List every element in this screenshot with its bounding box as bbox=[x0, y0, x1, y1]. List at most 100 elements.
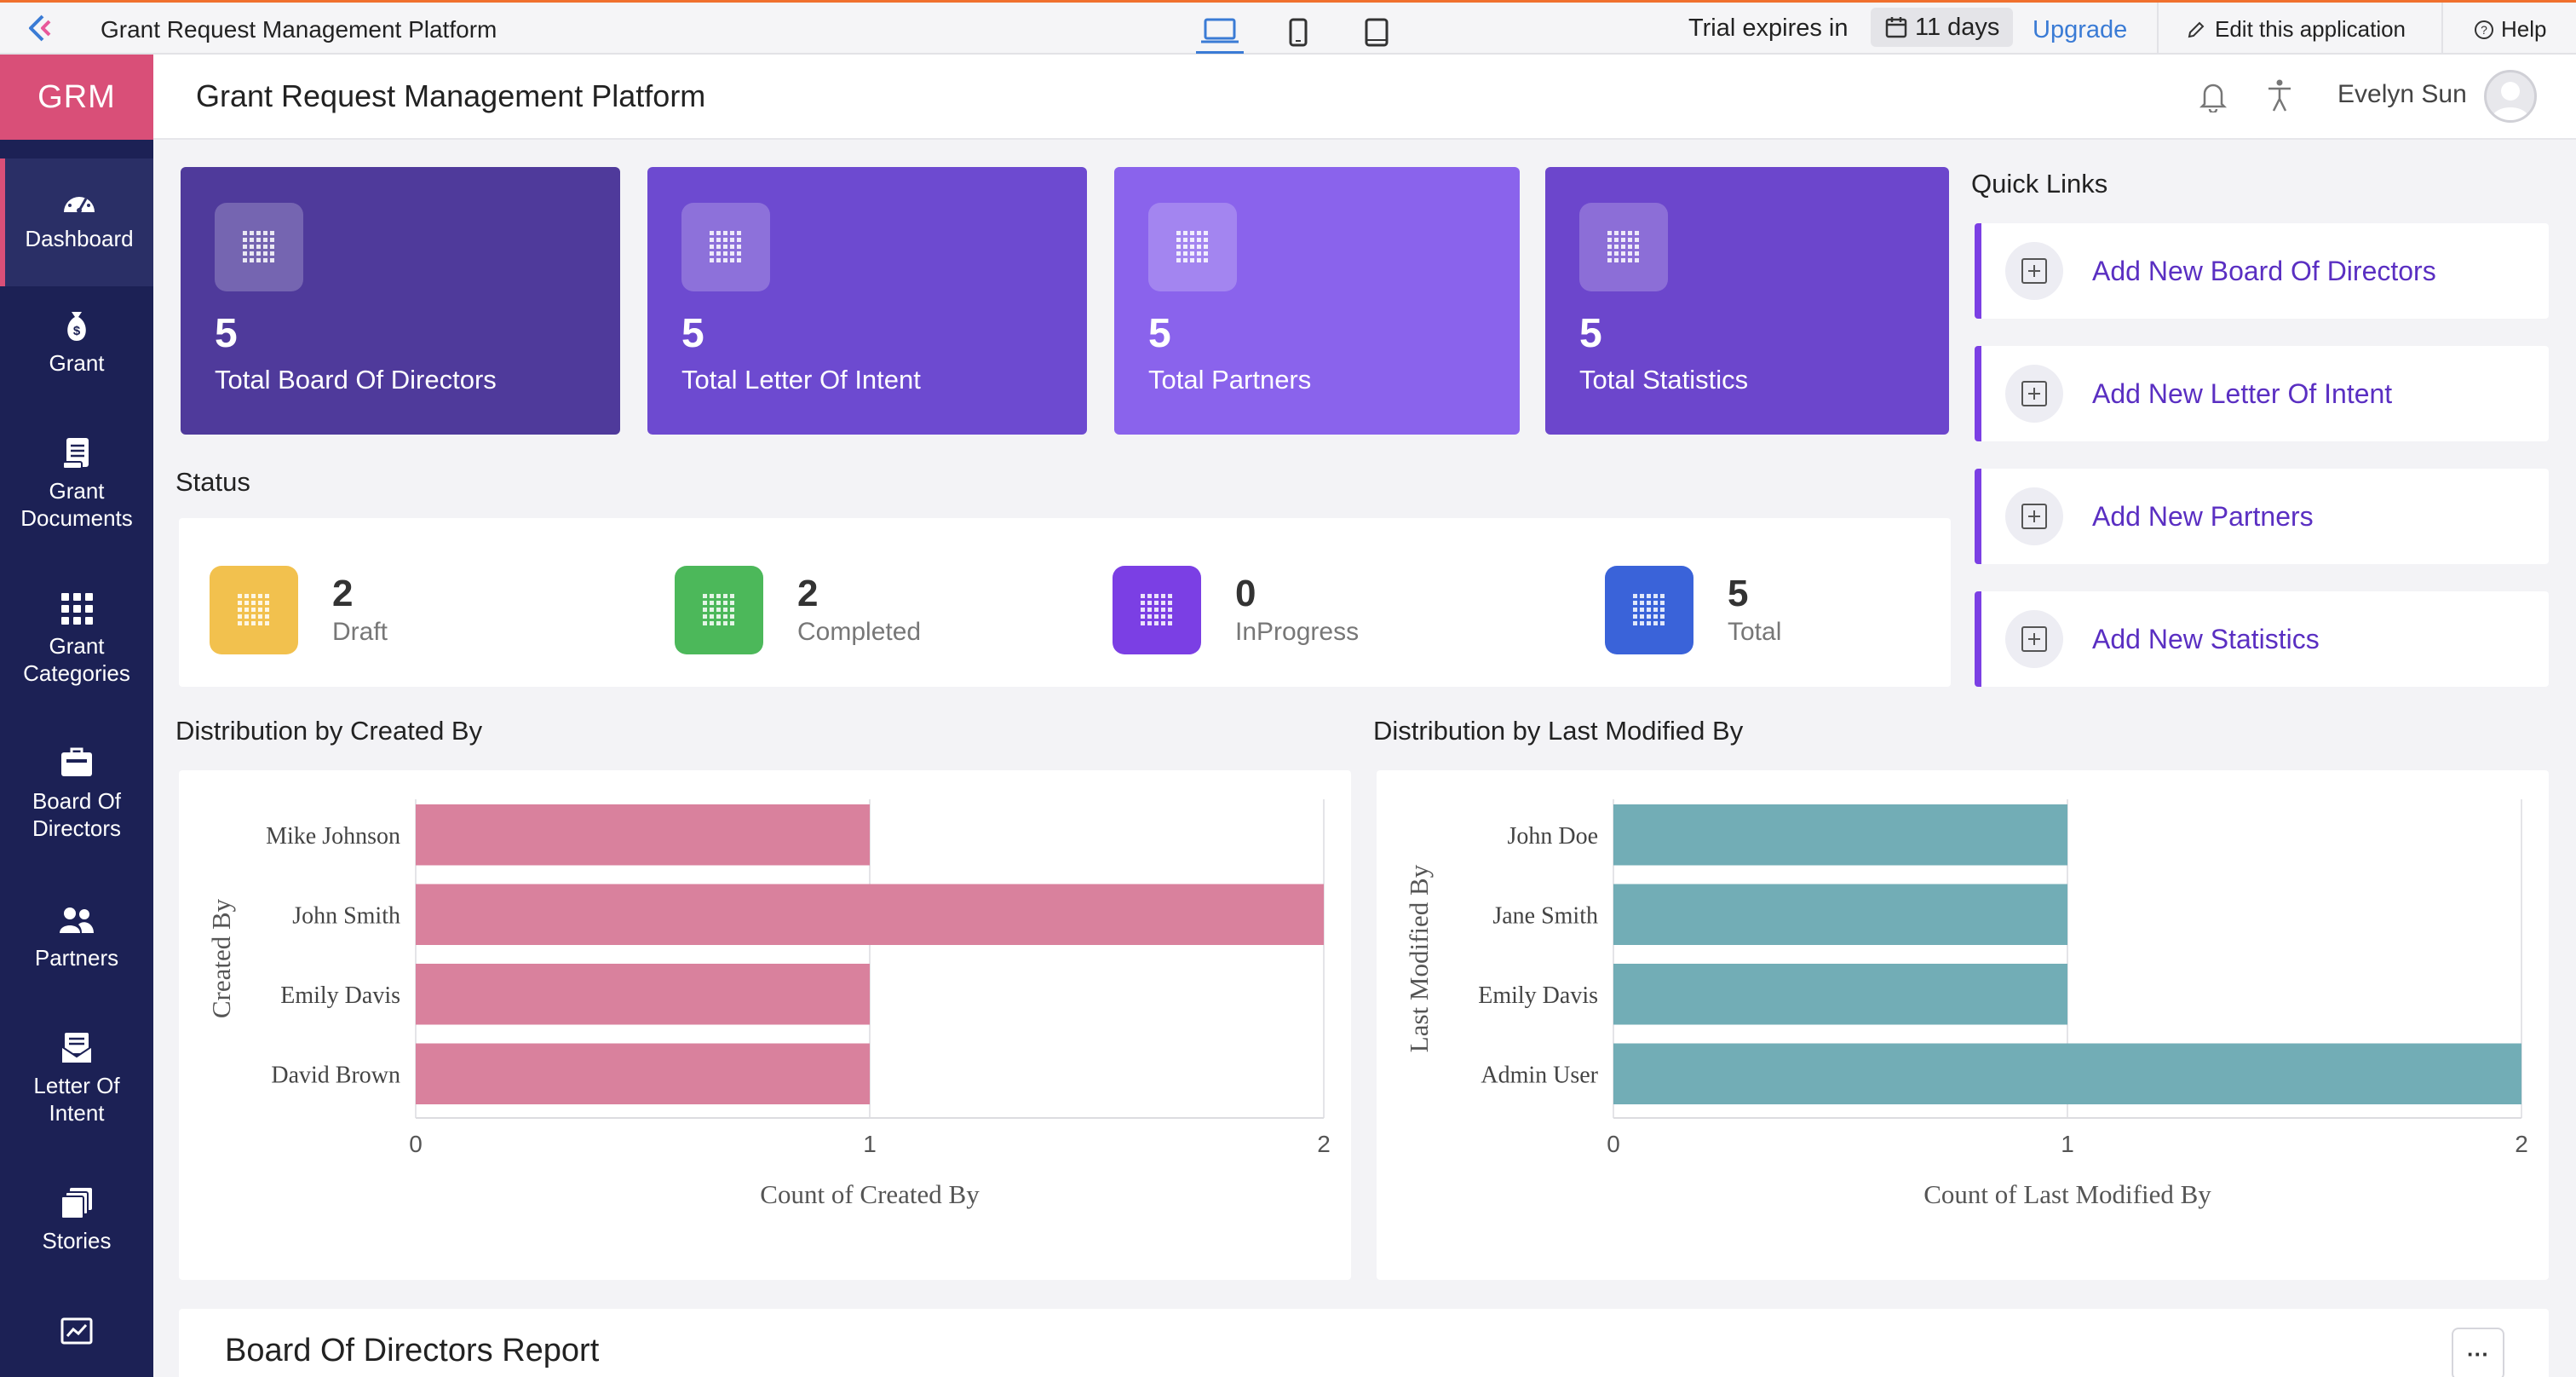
stat-card-partners[interactable]: 5 Total Partners bbox=[1114, 167, 1520, 435]
grid-icon bbox=[210, 566, 298, 654]
user-avatar-icon bbox=[2492, 82, 2529, 120]
chart-bar[interactable] bbox=[416, 884, 1324, 946]
sidebar-item-statistics[interactable] bbox=[0, 1312, 153, 1355]
grid-icon bbox=[1113, 566, 1201, 654]
chart-bar[interactable] bbox=[416, 964, 870, 1025]
sidebar-item-partners[interactable]: Partners bbox=[0, 902, 153, 971]
stat-label: Total Letter Of Intent bbox=[681, 365, 921, 395]
money-bag-icon: $ bbox=[58, 307, 95, 344]
laptop-view-button[interactable] bbox=[1196, 11, 1244, 54]
sidebar-item-label: Board Of Directors bbox=[32, 788, 122, 841]
sidebar-item-label: Stories bbox=[42, 1228, 112, 1253]
bar-chart-last-modified-by: 0 1 2 John Doe Jane Smith Emily Davis Admin Us… bbox=[1404, 799, 2528, 1209]
brand-logo[interactable]: GRM bbox=[0, 55, 153, 140]
quick-link-add-letter-of-intent[interactable]: Add New Letter Of Intent bbox=[1975, 346, 2549, 441]
quick-link-add-partners[interactable]: Add New Partners bbox=[1975, 469, 2549, 564]
envelope-icon bbox=[58, 1029, 95, 1067]
mobile-view-button[interactable] bbox=[1274, 11, 1322, 54]
status-label: InProgress bbox=[1235, 618, 1360, 646]
sidebar-item-dashboard[interactable]: Dashboard bbox=[0, 158, 153, 286]
edit-application-label: Edit this application bbox=[2215, 16, 2406, 42]
x-tick-label: 2 bbox=[1317, 1131, 1331, 1157]
x-tick-label: 2 bbox=[2515, 1131, 2528, 1157]
quick-link-add-statistics[interactable]: Add New Statistics bbox=[1975, 591, 2549, 687]
board-of-directors-report: Board Of Directors Report ··· bbox=[179, 1309, 2549, 1377]
upgrade-link[interactable]: Upgrade bbox=[2033, 16, 2127, 44]
chart-bar[interactable] bbox=[416, 804, 870, 866]
trial-days-badge: 11 days bbox=[1871, 8, 2014, 47]
sidebar-item-board-of-directors[interactable]: Board Of Directors bbox=[0, 745, 153, 842]
sidebar-item-label: Dashboard bbox=[25, 226, 134, 251]
sidebar-item-stories[interactable]: Stories bbox=[0, 1184, 153, 1254]
chart-bar[interactable] bbox=[1613, 884, 2067, 946]
trial-expires-label: Trial expires in bbox=[1688, 14, 1849, 42]
page-title: Grant Request Management Platform bbox=[196, 78, 706, 113]
y-category-label: John Smith bbox=[292, 902, 400, 929]
user-name[interactable]: Evelyn Sun bbox=[2337, 80, 2467, 109]
dashboard-icon bbox=[60, 182, 98, 220]
device-preview-switcher bbox=[1196, 11, 1400, 54]
quick-link-label: Add New Board Of Directors bbox=[2092, 255, 2436, 286]
chart-bar[interactable] bbox=[1613, 1043, 2521, 1105]
chart-title-created-by: Distribution by Created By bbox=[175, 716, 483, 746]
x-tick-label: 0 bbox=[1607, 1131, 1620, 1157]
help-icon: ? bbox=[2475, 20, 2493, 39]
y-category-label: David Brown bbox=[271, 1062, 400, 1088]
x-tick-label: 0 bbox=[409, 1131, 423, 1157]
calendar-icon bbox=[1885, 17, 1907, 38]
more-options-button[interactable]: ··· bbox=[2452, 1328, 2504, 1377]
stat-card-letter-of-intent[interactable]: 5 Total Letter Of Intent bbox=[647, 167, 1087, 435]
chart-bar[interactable] bbox=[1613, 964, 2067, 1025]
help-button[interactable]: ? Help bbox=[2474, 16, 2546, 43]
app-logo-icon[interactable] bbox=[24, 13, 58, 43]
stat-label: Total Board Of Directors bbox=[215, 365, 497, 395]
sidebar-item-label: Grant Documents bbox=[20, 478, 133, 531]
trial-days: 11 days bbox=[1915, 13, 2000, 41]
sidebar-item-grant-documents[interactable]: Grant Documents bbox=[0, 435, 153, 532]
plus-square-icon bbox=[2005, 365, 2063, 423]
stat-card-statistics[interactable]: 5 Total Statistics bbox=[1545, 167, 1949, 435]
quick-link-add-board-of-directors[interactable]: Add New Board Of Directors bbox=[1975, 223, 2549, 319]
bell-icon[interactable] bbox=[2198, 80, 2228, 112]
sidebar-item-grant[interactable]: $ Grant bbox=[0, 307, 153, 377]
status-inprogress[interactable]: 0 InProgress bbox=[1113, 566, 1359, 654]
chart-icon bbox=[58, 1312, 95, 1350]
sidebar-item-letter-of-intent[interactable]: Letter Of Intent bbox=[0, 1029, 153, 1126]
x-tick-label: 1 bbox=[863, 1131, 877, 1157]
sidebar-item-grant-categories[interactable]: Grant Categories bbox=[0, 590, 153, 687]
stat-label: Total Partners bbox=[1148, 365, 1312, 395]
app-name: Grant Request Management Platform bbox=[101, 16, 497, 43]
grid-icon bbox=[1605, 566, 1693, 654]
stat-value: 5 bbox=[215, 311, 238, 356]
y-category-label: Emily Davis bbox=[280, 982, 400, 1009]
grid-icon bbox=[1579, 203, 1668, 291]
edit-application-button[interactable]: Edit this application bbox=[2186, 16, 2406, 43]
quick-link-label: Add New Letter Of Intent bbox=[2092, 377, 2393, 409]
stat-value: 5 bbox=[681, 311, 704, 356]
grid-icon bbox=[215, 203, 303, 291]
status-total[interactable]: 5 Total bbox=[1605, 566, 1781, 654]
y-category-label: Admin User bbox=[1481, 1062, 1598, 1088]
sidebar-item-label: Grant Categories bbox=[23, 633, 130, 686]
chart-bar[interactable] bbox=[416, 1043, 870, 1105]
y-category-label: Emily Davis bbox=[1478, 982, 1598, 1009]
mobile-icon bbox=[1289, 18, 1308, 47]
status-draft[interactable]: 2 Draft bbox=[210, 566, 388, 654]
y-axis-title: Created By bbox=[206, 898, 236, 1018]
accessibility-icon[interactable] bbox=[2266, 78, 2293, 112]
status-completed[interactable]: 2 Completed bbox=[675, 566, 921, 654]
status-value: 0 bbox=[1235, 573, 1256, 614]
tablet-view-button[interactable] bbox=[1353, 11, 1400, 54]
status-panel: 2 Draft 2 Completed 0 InProgress 5 Total bbox=[179, 518, 1951, 687]
x-axis-title: Count of Last Modified By bbox=[1923, 1179, 2211, 1209]
stat-card-board-of-directors[interactable]: 5 Total Board Of Directors bbox=[181, 167, 620, 435]
stat-value: 5 bbox=[1579, 311, 1602, 356]
help-label: Help bbox=[2501, 16, 2547, 42]
stat-value: 5 bbox=[1148, 311, 1171, 356]
stat-label: Total Statistics bbox=[1579, 365, 1749, 395]
divider bbox=[2441, 3, 2443, 55]
people-icon bbox=[58, 902, 95, 939]
avatar[interactable] bbox=[2484, 70, 2537, 123]
chart-bar[interactable] bbox=[1613, 804, 2067, 866]
plus-square-icon bbox=[2005, 242, 2063, 300]
